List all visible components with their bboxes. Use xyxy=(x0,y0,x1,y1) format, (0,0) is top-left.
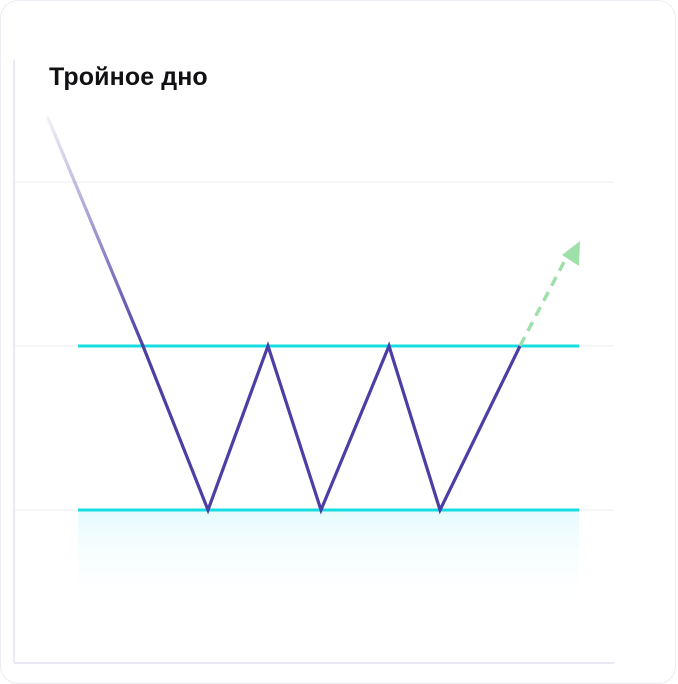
triple-bottom-diagram xyxy=(13,60,614,664)
price-line xyxy=(141,341,522,515)
breakout-arrow-icon xyxy=(562,241,580,266)
support-zone-shade xyxy=(78,511,579,611)
breakout-dashed-line xyxy=(518,261,566,347)
price-line-lead-in xyxy=(46,116,145,348)
